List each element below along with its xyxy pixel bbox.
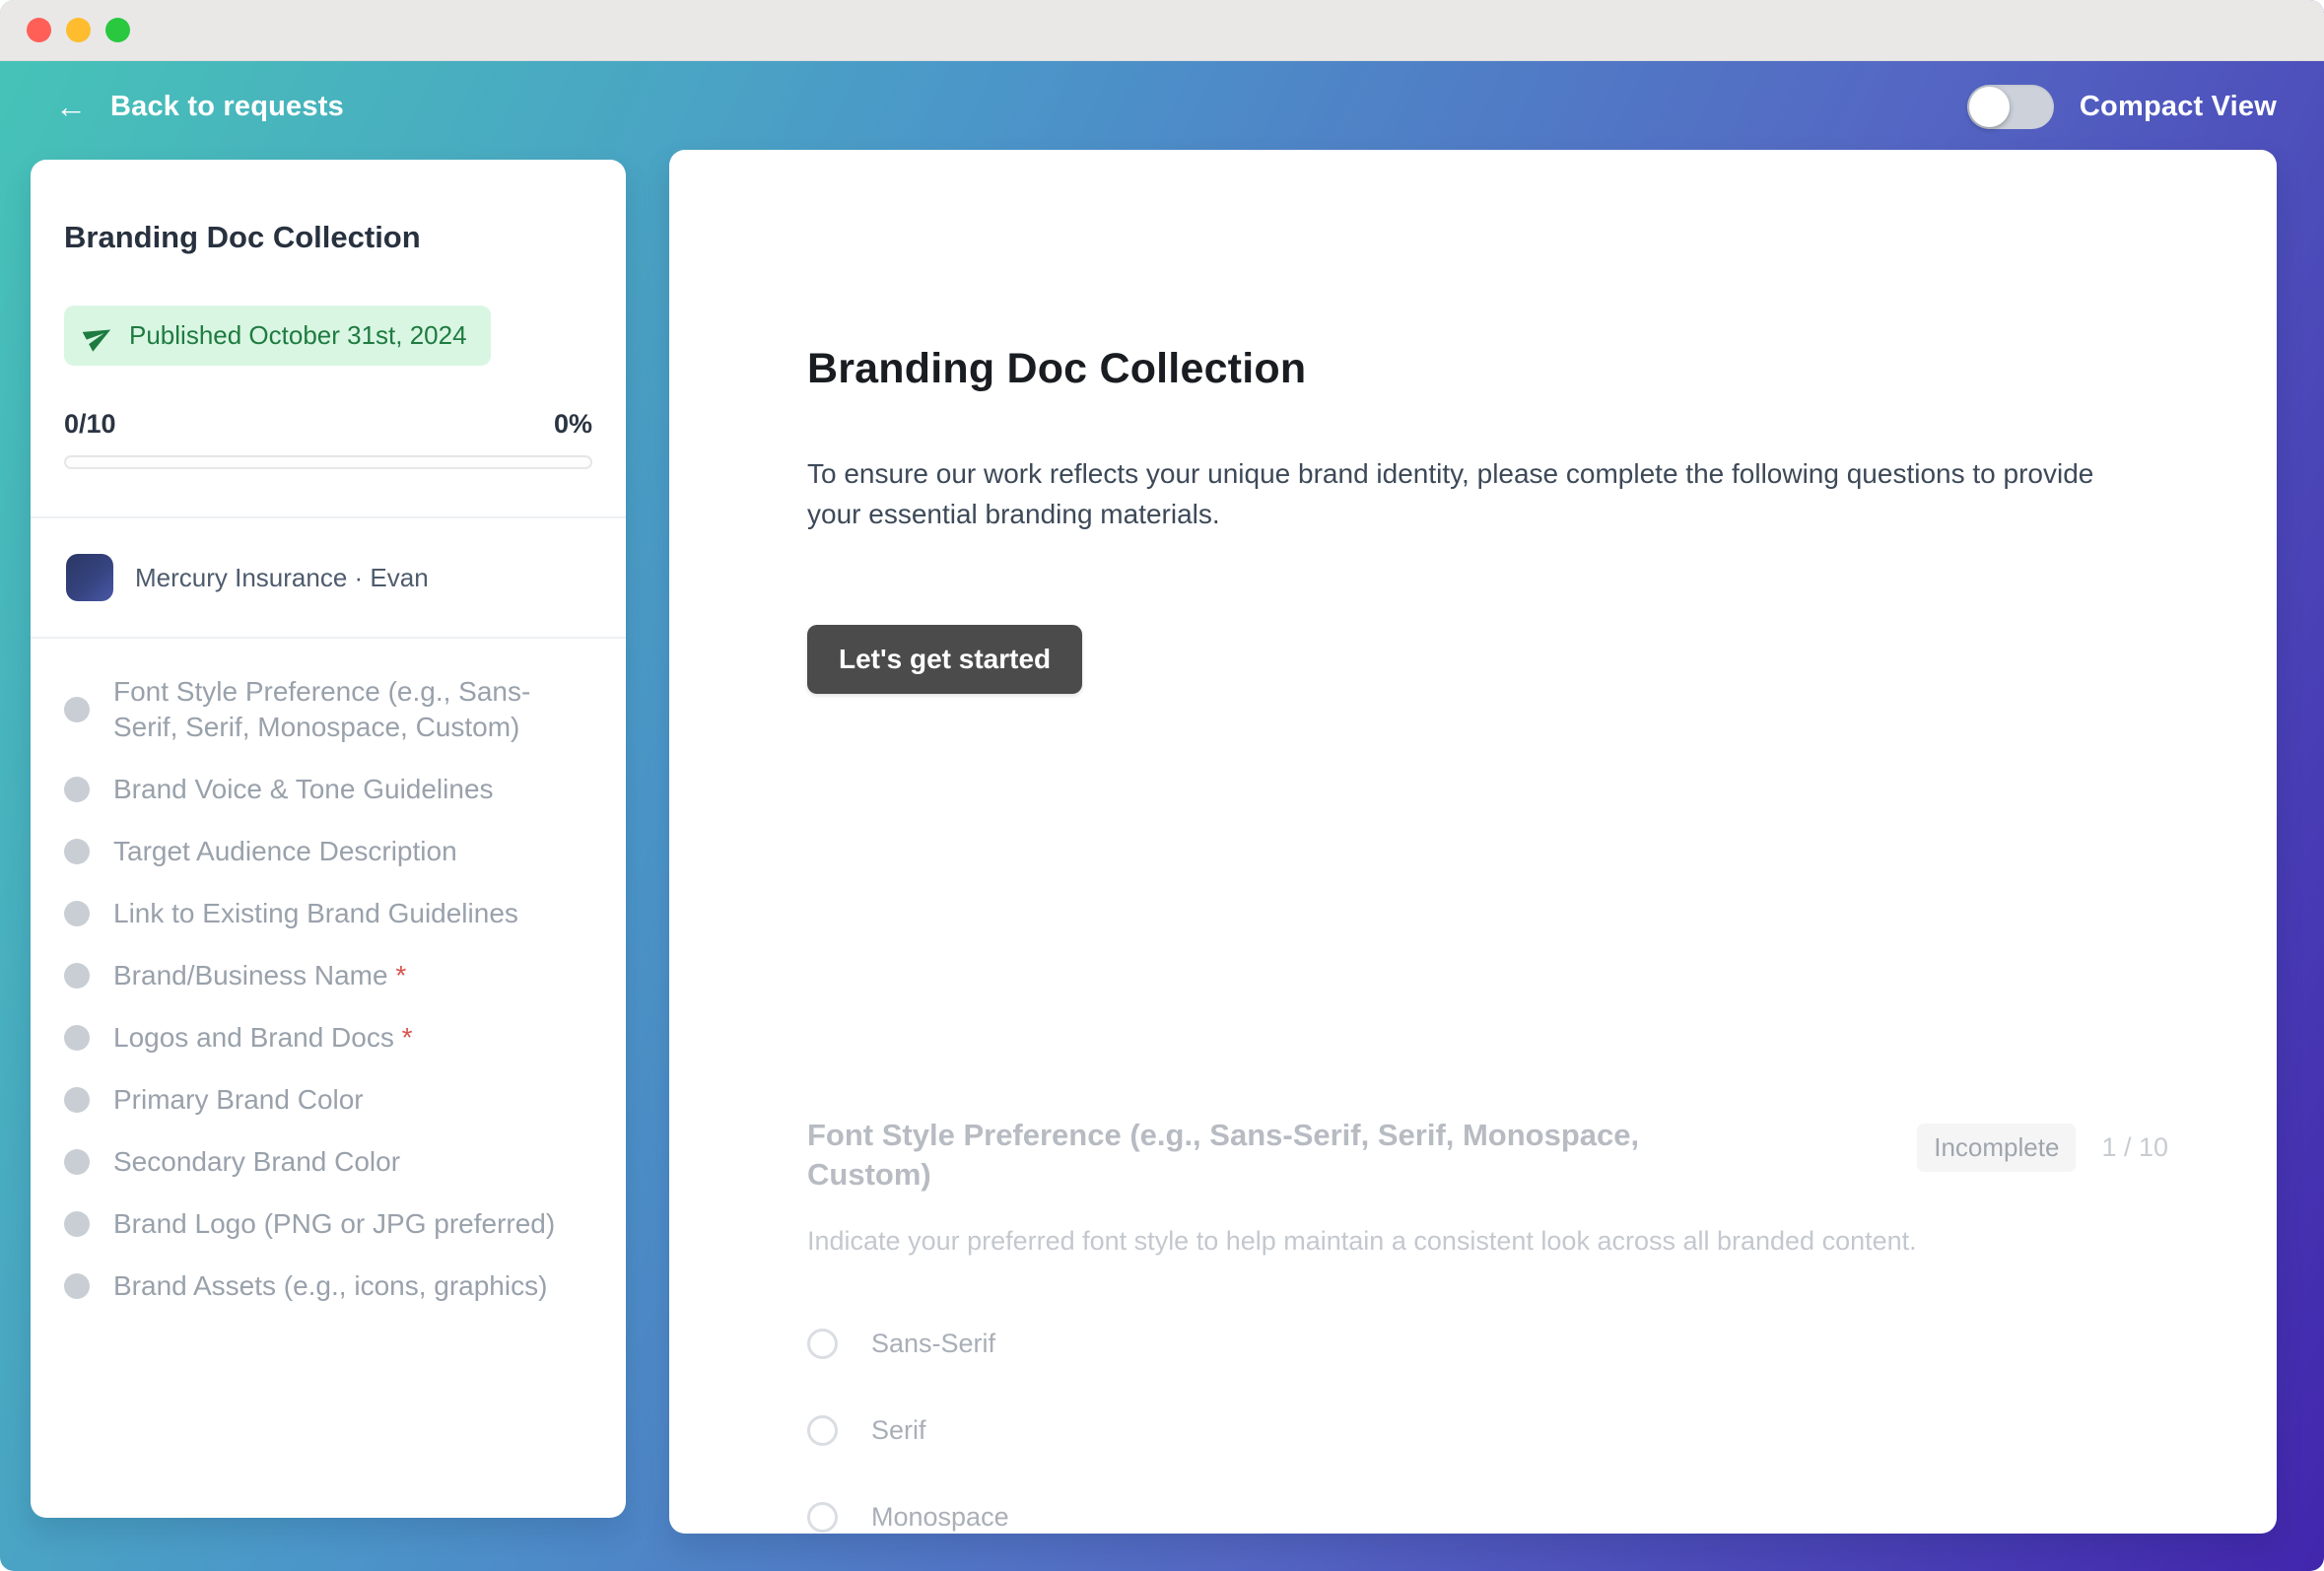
question-nav-label: Brand Voice & Tone Guidelines xyxy=(113,774,494,804)
radio-circle-icon[interactable] xyxy=(807,1329,838,1359)
preview-question-description: Indicate your preferred font style to he… xyxy=(807,1222,2168,1260)
back-to-requests-link[interactable]: ← Back to requests xyxy=(55,91,344,123)
question-nav-item[interactable]: Target Audience Description xyxy=(64,834,592,869)
question-position-counter: 1 / 10 xyxy=(2101,1132,2168,1163)
client-avatar xyxy=(66,554,113,601)
question-status-dot-icon xyxy=(64,1211,90,1237)
question-status-dot-icon xyxy=(64,1273,90,1299)
question-nav-label-wrap: Brand/Business Name * xyxy=(113,958,406,993)
app-topbar: ← Back to requests Compact View xyxy=(0,61,2324,152)
client-name: Mercury Insurance · Evan xyxy=(135,563,429,593)
question-nav-label-wrap: Brand Voice & Tone Guidelines xyxy=(113,772,494,807)
question-status-dot-icon xyxy=(64,839,90,864)
incomplete-status-badge: Incomplete xyxy=(1917,1124,2076,1172)
minimize-window-button[interactable] xyxy=(66,18,91,42)
compact-view-label: Compact View xyxy=(2080,91,2277,123)
question-nav-label-wrap: Brand Logo (PNG or JPG preferred) xyxy=(113,1206,555,1242)
question-nav-item[interactable]: Logos and Brand Docs * xyxy=(64,1020,592,1056)
question-nav-item[interactable]: Link to Existing Brand Guidelines xyxy=(64,896,592,931)
question-nav-label: Primary Brand Color xyxy=(113,1084,364,1115)
lets-get-started-button[interactable]: Let's get started xyxy=(807,625,1082,694)
form-description: To ensure our work reflects your unique … xyxy=(807,453,2148,534)
radio-option-label: Sans-Serif xyxy=(871,1329,995,1359)
progress-bar xyxy=(64,455,592,469)
back-arrow-icon: ← xyxy=(55,91,87,122)
app-window: ← Back to requests Compact View Branding… xyxy=(0,0,2324,1571)
question-nav-label-wrap: Logos and Brand Docs * xyxy=(113,1020,413,1056)
question-status-dot-icon xyxy=(64,777,90,802)
radio-option-label: Monospace xyxy=(871,1502,1009,1533)
form-content-card: Branding Doc Collection To ensure our wo… xyxy=(669,150,2277,1534)
question-nav-label-wrap: Secondary Brand Color xyxy=(113,1144,400,1180)
question-nav-label-wrap: Font Style Preference (e.g., Sans-Serif,… xyxy=(113,674,557,745)
question-nav-label: Brand/Business Name xyxy=(113,960,388,990)
font-style-options: Sans-Serif Serif Monospace xyxy=(807,1329,2168,1533)
radio-option-row[interactable]: Monospace xyxy=(807,1502,2168,1533)
question-nav-label: Secondary Brand Color xyxy=(113,1146,400,1177)
question-nav-item[interactable]: Font Style Preference (e.g., Sans-Serif,… xyxy=(64,674,592,745)
question-nav-item[interactable]: Secondary Brand Color xyxy=(64,1144,592,1180)
question-status-dot-icon xyxy=(64,697,90,722)
compact-view-toggle[interactable] xyxy=(1967,85,2054,129)
question-nav-label-wrap: Target Audience Description xyxy=(113,834,457,869)
question-nav-label: Brand Assets (e.g., icons, graphics) xyxy=(113,1270,547,1301)
question-status-dot-icon xyxy=(64,901,90,926)
preview-question-meta: Incomplete 1 / 10 xyxy=(1917,1124,2168,1172)
required-asterisk: * xyxy=(388,960,407,990)
send-icon xyxy=(79,315,119,356)
question-status-dot-icon xyxy=(64,1025,90,1051)
zoom-window-button[interactable] xyxy=(105,18,130,42)
radio-circle-icon[interactable] xyxy=(807,1502,838,1533)
published-badge-label: Published October 31st, 2024 xyxy=(129,320,467,351)
progress-summary: 0/10 0% xyxy=(64,409,592,440)
sidebar-title: Branding Doc Collection xyxy=(64,219,592,256)
question-nav-label: Target Audience Description xyxy=(113,836,457,866)
question-status-dot-icon xyxy=(64,1149,90,1175)
compact-view-control: Compact View xyxy=(1967,85,2277,129)
question-nav-label: Link to Existing Brand Guidelines xyxy=(113,898,518,928)
required-asterisk: * xyxy=(394,1022,413,1053)
radio-circle-icon[interactable] xyxy=(807,1415,838,1446)
radio-option-label: Serif xyxy=(871,1415,926,1446)
question-nav-label-wrap: Link to Existing Brand Guidelines xyxy=(113,896,518,931)
progress-count: 0/10 xyxy=(64,409,116,440)
client-row: Mercury Insurance · Evan xyxy=(64,518,592,637)
macos-titlebar xyxy=(0,0,2324,61)
question-nav-label: Brand Logo (PNG or JPG preferred) xyxy=(113,1208,555,1239)
progress-percent: 0% xyxy=(554,409,592,440)
request-sidebar-card: Branding Doc Collection Published Octobe… xyxy=(31,160,626,1518)
question-nav-label-wrap: Primary Brand Color xyxy=(113,1082,364,1118)
question-status-dot-icon xyxy=(64,1087,90,1113)
preview-question-header: Font Style Preference (e.g., Sans-Serif,… xyxy=(807,1116,2168,1195)
back-to-requests-label: Back to requests xyxy=(110,91,344,123)
question-nav-item[interactable]: Brand/Business Name * xyxy=(64,958,592,993)
question-nav-label: Logos and Brand Docs xyxy=(113,1022,394,1053)
radio-option-row[interactable]: Serif xyxy=(807,1415,2168,1446)
next-question-preview: Font Style Preference (e.g., Sans-Serif,… xyxy=(807,1116,2168,1533)
preview-question-title: Font Style Preference (e.g., Sans-Serif,… xyxy=(807,1116,1743,1195)
toggle-knob-icon xyxy=(1969,87,2010,127)
form-title: Branding Doc Collection xyxy=(807,343,2168,394)
question-nav-label: Font Style Preference (e.g., Sans-Serif,… xyxy=(113,676,530,742)
question-nav-label-wrap: Brand Assets (e.g., icons, graphics) xyxy=(113,1268,547,1304)
question-nav-item[interactable]: Brand Logo (PNG or JPG preferred) xyxy=(64,1206,592,1242)
question-nav-list: Font Style Preference (e.g., Sans-Serif,… xyxy=(64,639,592,1343)
question-status-dot-icon xyxy=(64,963,90,989)
radio-option-row[interactable]: Sans-Serif xyxy=(807,1329,2168,1359)
question-nav-item[interactable]: Primary Brand Color xyxy=(64,1082,592,1118)
published-status-badge: Published October 31st, 2024 xyxy=(64,306,491,366)
question-nav-item[interactable]: Brand Assets (e.g., icons, graphics) xyxy=(64,1268,592,1304)
close-window-button[interactable] xyxy=(27,18,51,42)
question-nav-item[interactable]: Brand Voice & Tone Guidelines xyxy=(64,772,592,807)
